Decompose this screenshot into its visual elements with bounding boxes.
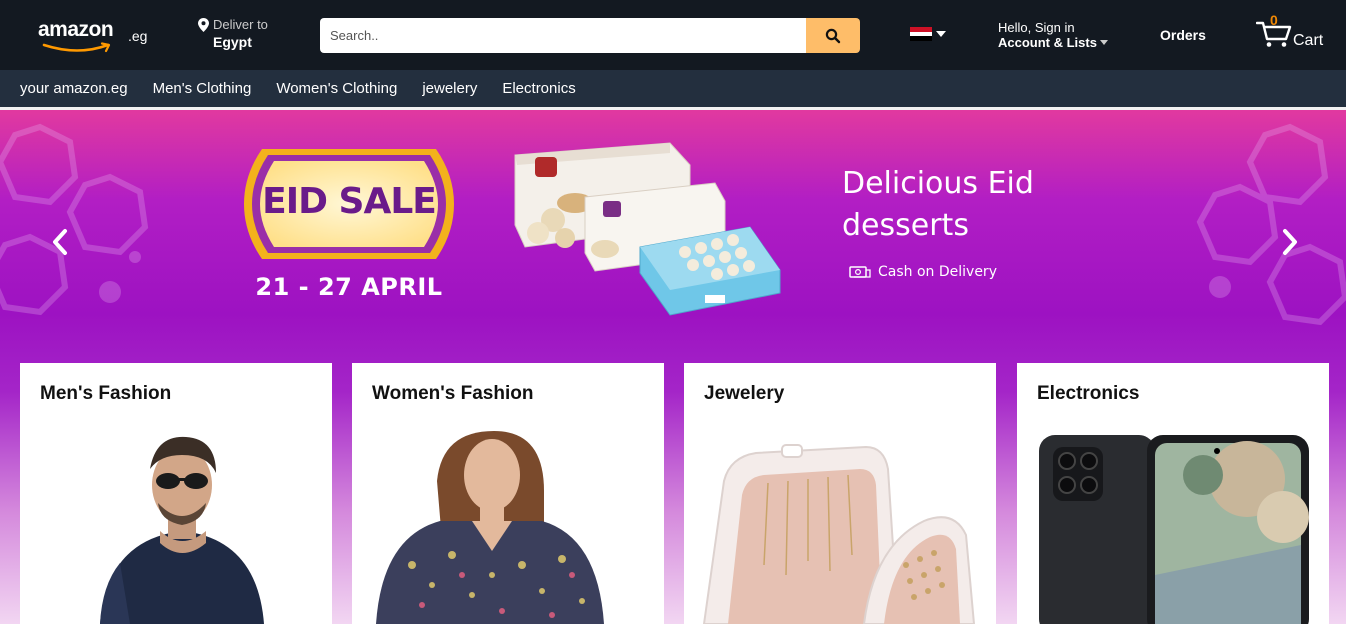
- search-bar: [320, 18, 860, 53]
- logo-domain: .eg: [128, 28, 148, 44]
- orders-link[interactable]: Orders: [1160, 27, 1206, 43]
- chevron-left-icon: [53, 229, 67, 255]
- category-card-womens-fashion[interactable]: Women's Fashion: [352, 363, 664, 624]
- card-title: Electronics: [1037, 383, 1140, 404]
- eid-sale-badge: EID SALE: [240, 145, 458, 263]
- deliver-label: Deliver to: [213, 17, 268, 32]
- account-lists-label: Account & Lists: [998, 35, 1097, 50]
- chevron-down-icon: [936, 31, 946, 37]
- cash-on-delivery-label: Cash on Delivery: [878, 264, 997, 280]
- mens-fashion-image: [100, 436, 264, 624]
- account-menu[interactable]: Hello, Sign in Account & Lists: [998, 20, 1108, 50]
- logo-wordmark: amazon: [38, 18, 114, 41]
- dessert-boxes-image: [514, 142, 781, 316]
- category-card-mens-fashion[interactable]: Men's Fashion: [20, 363, 332, 624]
- category-card-electronics[interactable]: Electronics: [1017, 363, 1329, 624]
- search-icon: [825, 28, 841, 43]
- womens-fashion-image: [376, 431, 604, 624]
- logo-smile-icon: [42, 42, 111, 53]
- cash-delivery-icon: [849, 266, 871, 278]
- chevron-right-icon: [1283, 229, 1297, 255]
- account-greeting: Hello, Sign in: [998, 20, 1075, 35]
- top-header: amazon .eg Deliver to Egypt Search.. Hel…: [0, 0, 1346, 70]
- carousel-prev-button[interactable]: [48, 227, 72, 257]
- nav-item-mens-clothing[interactable]: Men's Clothing: [153, 80, 252, 97]
- decorative-pattern-left: [0, 123, 149, 316]
- card-title: Women's Fashion: [372, 383, 534, 404]
- card-title: Jewelery: [704, 383, 785, 404]
- hero-headline: Delicious Eid desserts: [842, 166, 1034, 243]
- jewelery-image: [702, 444, 976, 624]
- nav-item-your-amazon[interactable]: your amazon.eg: [20, 80, 128, 97]
- sale-dates: 21 - 27 APRIL: [255, 273, 443, 301]
- category-card-jewelery[interactable]: Jewelery: [684, 363, 996, 624]
- amazon-logo[interactable]: amazon .eg: [36, 18, 154, 54]
- location-pin-icon: [198, 17, 209, 32]
- card-title: Men's Fashion: [40, 383, 172, 404]
- search-button[interactable]: [806, 18, 860, 53]
- nav-item-electronics[interactable]: Electronics: [502, 80, 575, 97]
- cart-label: Cart: [1293, 32, 1324, 49]
- cart-button[interactable]: 0 Cart: [1256, 12, 1336, 56]
- chevron-down-icon: [1099, 40, 1108, 45]
- category-nav: your amazon.eg Men's Clothing Women's Cl…: [0, 70, 1346, 107]
- cart-icon: [1256, 21, 1292, 47]
- electronics-image: [1039, 435, 1309, 624]
- deliver-to[interactable]: Deliver to Egypt: [198, 17, 278, 50]
- cash-on-delivery: Cash on Delivery: [848, 264, 997, 280]
- deliver-country: Egypt: [213, 34, 252, 50]
- badge-text: EID SALE: [262, 181, 437, 222]
- nav-item-jewelery[interactable]: jewelery: [422, 80, 477, 97]
- egypt-flag-icon: [910, 27, 932, 42]
- carousel-next-button[interactable]: [1278, 227, 1302, 257]
- nav-item-womens-clothing[interactable]: Women's Clothing: [276, 80, 397, 97]
- decorative-pattern-right: [1196, 123, 1346, 326]
- search-input[interactable]: [320, 18, 806, 53]
- language-selector[interactable]: [910, 27, 946, 42]
